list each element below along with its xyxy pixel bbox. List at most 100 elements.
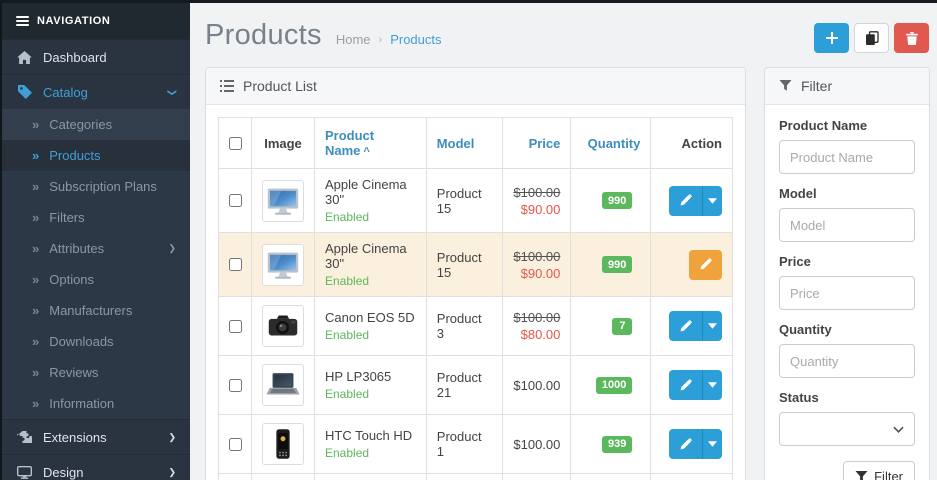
product-status: Enabled: [325, 446, 416, 460]
sidebar-item-catalog[interactable]: Catalog❯: [2, 74, 190, 109]
double-angle-icon: »: [32, 334, 39, 349]
column-header-quantity[interactable]: Quantity: [571, 118, 651, 169]
tag-icon: [16, 85, 33, 99]
sidebar-item-label: Categories: [49, 117, 112, 132]
sidebar-item-manufacturers[interactable]: » Manufacturers: [2, 295, 190, 326]
copy-button[interactable]: [854, 23, 889, 53]
sort-asc-icon: ^: [363, 146, 369, 158]
edit-button[interactable]: [669, 429, 702, 459]
trash-icon: [906, 32, 918, 45]
sidebar-item-label: Dashboard: [43, 50, 107, 65]
sidebar-item-downloads[interactable]: » Downloads: [2, 326, 190, 357]
product-model: Product 21: [437, 370, 482, 400]
sidebar-item-attributes[interactable]: » Attributes❯: [2, 233, 190, 264]
sidebar-item-subscription-plans[interactable]: » Subscription Plans: [2, 171, 190, 202]
filter-label-model: Model: [779, 186, 915, 201]
pencil-icon: [679, 194, 692, 207]
action-dropdown-toggle[interactable]: [702, 429, 722, 459]
price: $100.00: [513, 378, 560, 393]
add-new-button[interactable]: [814, 23, 849, 53]
catalog-submenu: » Categories » Products » Subscription P…: [2, 109, 190, 419]
action-dropdown-toggle[interactable]: [702, 311, 722, 341]
quantity-badge: 990: [602, 192, 632, 209]
filter-model-input[interactable]: [779, 208, 915, 242]
sidebar-item-design[interactable]: Design❯: [2, 454, 190, 489]
product-status: Enabled: [325, 274, 416, 288]
sidebar-item-products[interactable]: » Products: [2, 140, 190, 171]
sidebar-item-label: Downloads: [49, 334, 113, 349]
product-table: ImageProduct Name^ModelPriceQuantityActi…: [218, 117, 733, 480]
main-content: Products Home›Products Product List Imag…: [190, 6, 937, 480]
edit-button[interactable]: [669, 186, 702, 216]
edit-button[interactable]: [689, 250, 722, 280]
filter-price-input[interactable]: [779, 276, 915, 310]
old-price: $100.00: [513, 185, 560, 200]
pencil-icon: [679, 320, 692, 333]
edit-split-button[interactable]: [669, 429, 722, 459]
sidebar-item-options[interactable]: » Options: [2, 264, 190, 295]
action-dropdown-toggle[interactable]: [702, 370, 722, 400]
filter-product-name-input[interactable]: [779, 140, 915, 174]
edit-button[interactable]: [669, 311, 702, 341]
product-name: HP LP3065: [325, 369, 416, 384]
filter-label-status: Status: [779, 390, 915, 405]
product-thumbnail: [262, 364, 304, 406]
pencil-icon: [699, 258, 712, 271]
column-header-price[interactable]: Price: [503, 118, 571, 169]
pencil-icon: [679, 379, 692, 392]
row-checkbox[interactable]: [229, 258, 242, 271]
row-checkbox[interactable]: [229, 194, 242, 207]
product-name: Apple Cinema 30": [325, 177, 416, 207]
double-angle-icon: »: [32, 365, 39, 380]
column-header-model[interactable]: Model: [426, 118, 503, 169]
row-checkbox[interactable]: [229, 438, 242, 451]
filter-quantity-input[interactable]: [779, 344, 915, 378]
row-checkbox[interactable]: [229, 320, 242, 333]
old-price: $100.00: [513, 249, 560, 264]
product-thumbnail: [262, 244, 304, 286]
sidebar-item-filters[interactable]: » Filters: [2, 202, 190, 233]
edit-split-button[interactable]: [669, 311, 722, 341]
sidebar-item-dashboard[interactable]: Dashboard: [2, 39, 190, 74]
action-dropdown-toggle[interactable]: [702, 186, 722, 216]
sidebar-item-categories[interactable]: » Categories: [2, 109, 190, 140]
table-row: HP LP3065 Enabled Product 21 $100.00 100…: [219, 356, 733, 415]
delete-button[interactable]: [894, 23, 929, 53]
sidebar-menu: Dashboard Catalog❯ » Categories » Produc…: [2, 39, 190, 489]
column-header-product-name[interactable]: Product Name^: [315, 118, 427, 169]
caret-down-icon: [708, 198, 717, 204]
filter-status-select[interactable]: [779, 412, 915, 446]
filter-label-product-name: Product Name: [779, 118, 915, 133]
product-model: Product 15: [437, 250, 482, 280]
select-all-checkbox[interactable]: [229, 137, 242, 150]
sidebar-item-extensions[interactable]: Extensions❯: [2, 419, 190, 454]
table-row: HTC Touch HD Enabled Product 1 $100.00 9…: [219, 415, 733, 474]
product-status: Enabled: [325, 328, 416, 342]
product-list-title: Product List: [243, 78, 317, 94]
breadcrumb-item-products[interactable]: Products: [390, 32, 441, 47]
quantity-badge: 939: [602, 436, 632, 453]
product-status: Enabled: [325, 210, 416, 224]
product-thumbnail: [262, 180, 304, 222]
filter-button[interactable]: Filter: [843, 461, 915, 480]
product-name: Apple Cinema 30": [325, 241, 416, 271]
edit-split-button[interactable]: [669, 370, 722, 400]
chevron-right-icon: ❯: [168, 468, 176, 477]
edit-split-button[interactable]: [669, 186, 722, 216]
sidebar-item-information[interactable]: » Information: [2, 388, 190, 419]
sidebar-item-reviews[interactable]: » Reviews: [2, 357, 190, 388]
special-price: $90.00: [513, 266, 560, 281]
row-checkbox[interactable]: [229, 379, 242, 392]
sidebar-item-label: Attributes: [49, 241, 104, 256]
special-price: $80.00: [513, 327, 560, 342]
product-model: Product 3: [437, 311, 482, 341]
product-thumbnail: [262, 305, 304, 347]
navigation-label: NAVIGATION: [37, 15, 110, 27]
select-all-header: [219, 118, 252, 169]
double-angle-icon: »: [32, 148, 39, 163]
plus-icon: [826, 32, 838, 44]
hamburger-icon[interactable]: [16, 16, 29, 26]
edit-button[interactable]: [669, 370, 702, 400]
list-icon: [220, 80, 234, 92]
double-angle-icon: »: [32, 210, 39, 225]
